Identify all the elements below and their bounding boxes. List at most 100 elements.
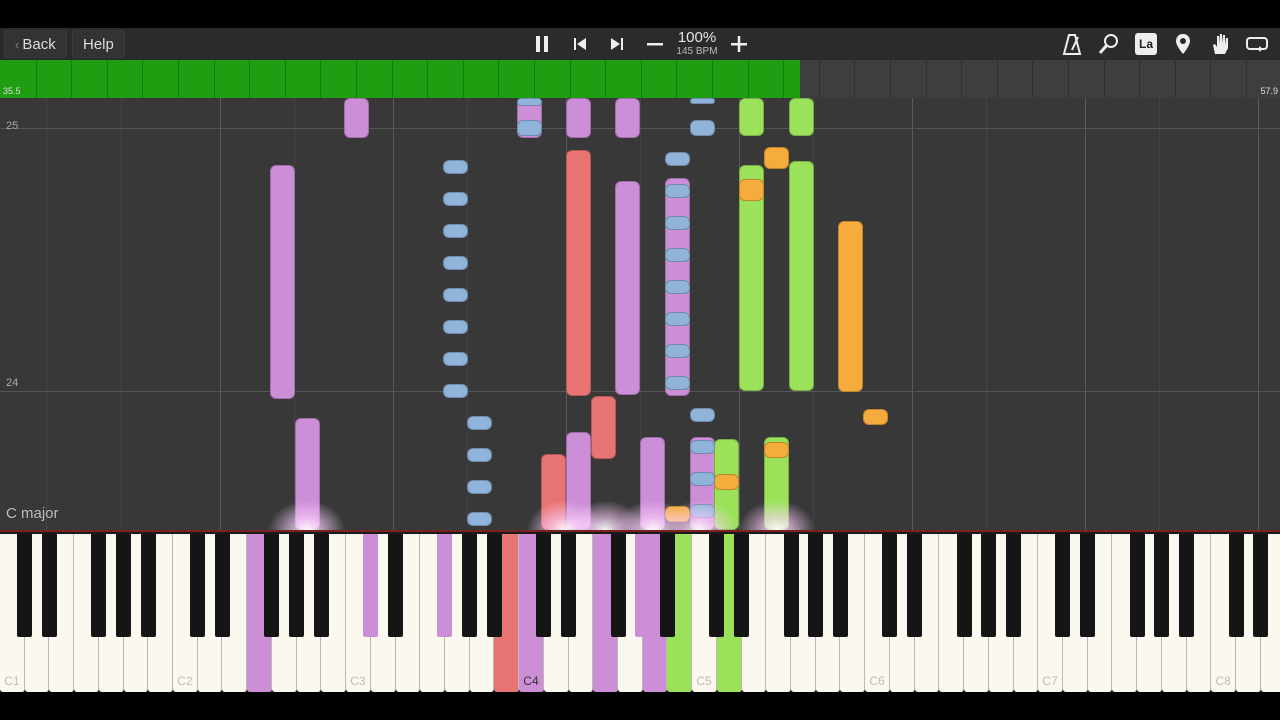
note-orange — [863, 409, 888, 425]
progress-tick — [605, 60, 607, 98]
progress-tick — [213, 60, 215, 98]
help-label: Help — [83, 36, 114, 53]
note-blue — [665, 184, 690, 198]
black-key[interactable] — [1055, 534, 1071, 637]
black-key[interactable] — [832, 534, 848, 637]
black-key[interactable] — [363, 534, 379, 637]
octave-label: C3 — [350, 674, 366, 688]
note-orange — [838, 221, 863, 392]
black-key[interactable] — [610, 534, 626, 637]
tempo-display: 100% 145 BPM — [672, 29, 722, 57]
black-key[interactable] — [190, 534, 206, 637]
song-progress-bar[interactable]: 35.5 57.9 — [0, 60, 1280, 98]
black-key[interactable] — [956, 534, 972, 637]
black-key[interactable] — [808, 534, 824, 637]
progress-tick — [1210, 60, 1212, 98]
tempo-decrease-button[interactable] — [641, 28, 669, 60]
note-blue — [690, 472, 715, 486]
black-key[interactable] — [41, 534, 57, 637]
hand-button[interactable] — [1206, 28, 1234, 60]
black-key[interactable] — [486, 534, 502, 637]
note-roll: 25 24 C major — [0, 98, 1280, 530]
progress-tick — [391, 60, 393, 98]
black-key[interactable] — [1179, 534, 1195, 637]
loop-button[interactable] — [1243, 28, 1271, 60]
note-blue — [443, 288, 468, 302]
note-blue — [665, 216, 690, 230]
key-guide-line — [912, 98, 913, 530]
black-key[interactable] — [462, 534, 478, 637]
black-key[interactable] — [882, 534, 898, 637]
note-blue — [443, 224, 468, 238]
progress-tick — [320, 60, 322, 98]
black-key[interactable] — [1228, 534, 1244, 637]
black-key[interactable] — [313, 534, 329, 637]
key-hit-glow — [268, 500, 346, 530]
progress-tick — [1246, 60, 1247, 98]
piano-keyboard[interactable]: C1 C2 C3 C4 C5 C6 C7 C8 — [0, 530, 1280, 692]
black-key[interactable] — [116, 534, 132, 637]
key-guide-line — [1159, 98, 1160, 530]
note-blue — [690, 440, 715, 454]
note-orange — [764, 147, 789, 169]
black-key[interactable] — [734, 534, 750, 637]
key-guide-line — [220, 98, 221, 530]
black-key[interactable] — [981, 534, 997, 637]
key-hit-glow — [660, 500, 738, 530]
note-red — [591, 396, 616, 459]
black-key[interactable] — [709, 534, 725, 637]
black-key[interactable] — [659, 534, 675, 637]
black-key[interactable] — [437, 534, 453, 637]
marker-button[interactable] — [1169, 28, 1197, 60]
black-key[interactable] — [783, 534, 799, 637]
note-blue — [665, 152, 690, 166]
label-toggle-button[interactable]: La — [1132, 28, 1160, 60]
note-blue — [517, 98, 542, 106]
black-key[interactable] — [1253, 534, 1269, 637]
progress-tick — [890, 60, 891, 98]
progress-tick — [1103, 60, 1105, 98]
progress-start-label: 35.5 — [3, 86, 21, 96]
black-key[interactable] — [264, 534, 280, 637]
black-key[interactable] — [635, 534, 651, 637]
black-key[interactable] — [1154, 534, 1170, 637]
note-blue — [443, 256, 468, 270]
black-key[interactable] — [388, 534, 404, 637]
hand-icon — [1213, 34, 1228, 54]
octave-label: C5 — [696, 674, 712, 688]
note-pink — [270, 165, 295, 399]
metronome-button[interactable] — [1058, 28, 1086, 60]
black-key[interactable] — [1129, 534, 1145, 637]
search-button[interactable] — [1095, 28, 1123, 60]
progress-tick — [427, 60, 429, 98]
tempo-increase-button[interactable] — [725, 28, 753, 60]
key-guide-line — [986, 98, 987, 530]
progress-tick — [462, 60, 464, 98]
skip-forward-button[interactable] — [603, 28, 631, 60]
pause-button[interactable] — [528, 28, 556, 60]
octave-label: C1 — [4, 674, 20, 688]
black-key[interactable] — [140, 534, 156, 637]
progress-tick — [142, 60, 144, 98]
back-button[interactable]: ‹ Back — [4, 30, 67, 58]
black-key[interactable] — [17, 534, 33, 637]
note-pink — [615, 181, 640, 395]
help-button[interactable]: Help — [72, 30, 125, 58]
black-key[interactable] — [561, 534, 577, 637]
top-toolbar: ‹ Back Help 100% 145 BPM La — [0, 28, 1280, 60]
black-key[interactable] — [289, 534, 305, 637]
progress-tick — [783, 60, 785, 98]
progress-tick — [249, 60, 251, 98]
octave-label: C8 — [1215, 674, 1231, 688]
note-blue — [665, 248, 690, 262]
black-key[interactable] — [907, 534, 923, 637]
loop-icon — [1246, 37, 1268, 52]
skip-back-button[interactable] — [566, 28, 594, 60]
black-key[interactable] — [1006, 534, 1022, 637]
note-orange — [739, 179, 764, 201]
black-key[interactable] — [1080, 534, 1096, 637]
black-key[interactable] — [91, 534, 107, 637]
black-key[interactable] — [214, 534, 230, 637]
black-key[interactable] — [536, 534, 552, 637]
tempo-percent: 100% — [677, 29, 717, 46]
